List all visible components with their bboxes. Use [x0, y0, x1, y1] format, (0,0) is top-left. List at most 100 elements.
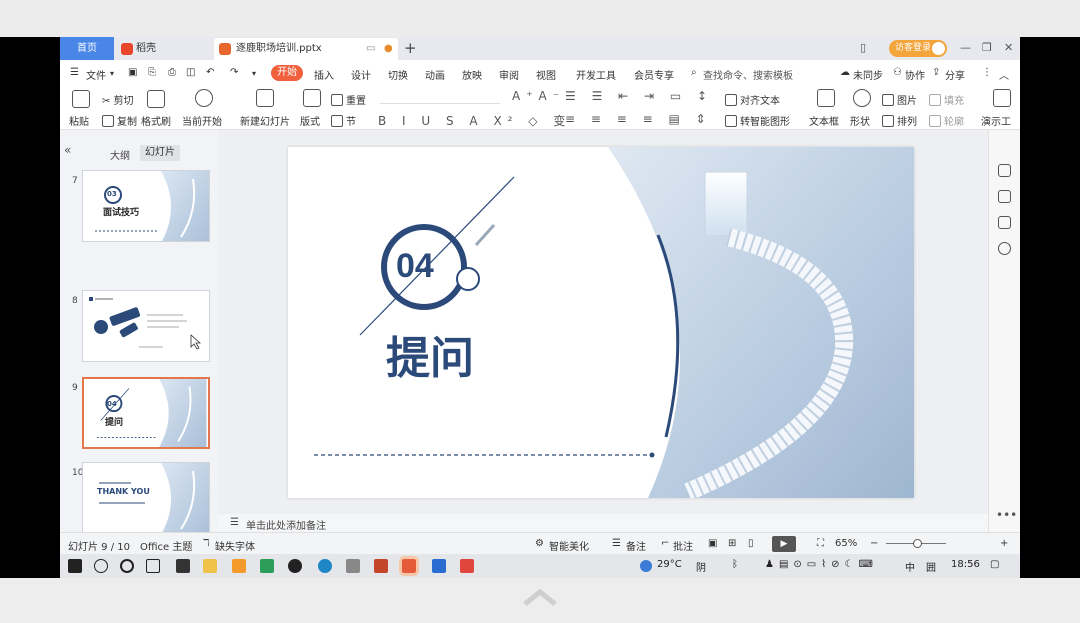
windows-start-icon[interactable]: [68, 559, 82, 573]
preview-icon[interactable]: ◫: [186, 67, 195, 78]
tab-document[interactable]: 逐鹿职场培训.pptx ▭ ●: [214, 38, 398, 60]
reset-button[interactable]: 重置: [331, 92, 366, 107]
font-name-select[interactable]: [380, 90, 500, 104]
slide-thumbnail-10[interactable]: THANK YOU: [82, 462, 210, 534]
fill-button[interactable]: 填充: [929, 92, 964, 107]
task-view-icon[interactable]: [146, 559, 160, 573]
slide-thumbnail-7[interactable]: 03 面试技巧: [82, 170, 210, 242]
current-slide[interactable]: 04 提问: [288, 147, 914, 498]
file-explorer-icon[interactable]: [203, 559, 217, 573]
restore-icon[interactable]: ❐: [982, 41, 992, 54]
menu-design[interactable]: 设计: [351, 67, 371, 82]
theme-name[interactable]: Office 主题: [140, 538, 192, 553]
shapes-icon[interactable]: [853, 89, 871, 107]
layout-button[interactable]: 版式: [300, 113, 320, 128]
new-tab-button[interactable]: +: [404, 39, 417, 57]
tray-icons[interactable]: ♟▤⊙▭⌇⊘☾⌨: [765, 559, 878, 570]
sync-status[interactable]: 未同步: [853, 67, 883, 82]
from-current-button[interactable]: 当前开始: [182, 113, 222, 128]
menu-view[interactable]: 视图: [536, 67, 556, 82]
ime-mode-icon[interactable]: 囲: [926, 559, 936, 574]
normal-view-icon[interactable]: ▣: [708, 538, 717, 549]
tab-home[interactable]: 首页: [60, 37, 114, 60]
menu-member[interactable]: 会员专享: [634, 67, 674, 82]
cortana-icon[interactable]: [120, 559, 134, 573]
notes-toggle-button[interactable]: 备注: [626, 538, 646, 553]
menu-home[interactable]: 开始: [271, 65, 303, 81]
list-controls[interactable]: ☰ ☰ ⇤ ⇥ ▭ ↕: [565, 89, 713, 103]
menu-insert[interactable]: 插入: [314, 67, 334, 82]
section-button[interactable]: 节: [331, 113, 356, 128]
text-format-row[interactable]: B I U S A X² ◇ 变: [378, 112, 571, 129]
comments-button[interactable]: 批注: [673, 538, 693, 553]
monitor-icon[interactable]: ▭: [366, 38, 375, 60]
smart-beautify-button[interactable]: 智能美化: [549, 538, 589, 553]
presentation-tools-icon[interactable]: [993, 89, 1011, 107]
slide-thumbnail-8[interactable]: [82, 290, 210, 362]
notes-placeholder[interactable]: 单击此处添加备注: [246, 517, 326, 532]
chevron-up-icon[interactable]: [521, 586, 559, 608]
tab-docer[interactable]: 稻壳: [116, 38, 211, 60]
share-button[interactable]: 分享: [945, 67, 965, 82]
sorter-view-icon[interactable]: ⊞: [728, 538, 736, 549]
format-painter-button[interactable]: 格式刷: [141, 113, 171, 128]
outline-button[interactable]: 轮廓: [929, 113, 964, 128]
menu-animations[interactable]: 动画: [425, 67, 445, 82]
paste-button[interactable]: 粘贴: [69, 113, 89, 128]
play-from-current-icon[interactable]: [195, 89, 213, 107]
bluetooth-icon[interactable]: ᛒ: [732, 559, 738, 570]
reading-view-icon[interactable]: ▯: [748, 538, 754, 549]
collab-button[interactable]: 协作: [905, 67, 925, 82]
play-slideshow-button[interactable]: ▶: [772, 536, 796, 552]
collapse-panel-icon[interactable]: «: [64, 143, 71, 157]
font-size-controls[interactable]: A⁺A⁻: [512, 89, 565, 103]
presentation-tools-button[interactable]: 演示工: [981, 113, 1011, 128]
more-icon[interactable]: ⋮: [982, 67, 992, 78]
app-orange-icon[interactable]: [232, 559, 246, 573]
shapes-button[interactable]: 形状: [850, 113, 870, 128]
search-icon[interactable]: ⌕: [691, 67, 697, 78]
app-color-icon[interactable]: [374, 559, 388, 573]
copy-icon[interactable]: [998, 216, 1011, 229]
picture-button[interactable]: 图片: [882, 92, 917, 107]
app-blue-icon[interactable]: [432, 559, 446, 573]
window-layout-icon[interactable]: ▯: [860, 41, 866, 54]
zoom-level[interactable]: 65%: [835, 538, 857, 549]
layout-icon[interactable]: [303, 89, 321, 107]
minimize-icon[interactable]: —: [960, 41, 971, 54]
wps-office-icon[interactable]: [460, 559, 474, 573]
ime-indicator[interactable]: 中: [905, 559, 915, 574]
collab-icon[interactable]: ⚇: [893, 67, 902, 78]
notes-bar[interactable]: ☰ 单击此处添加备注: [218, 514, 988, 532]
more-icon[interactable]: •••: [996, 508, 1017, 522]
section-number[interactable]: 04: [396, 247, 434, 286]
copy-button[interactable]: 复制: [102, 113, 137, 128]
textbox-button[interactable]: 文本框: [809, 113, 839, 128]
format-painter-icon[interactable]: [147, 90, 165, 108]
share-icon[interactable]: ⇪: [932, 67, 940, 78]
fit-window-icon[interactable]: ⛶: [817, 538, 824, 549]
export-icon[interactable]: ⎘: [148, 67, 156, 78]
print-icon[interactable]: ⎙: [168, 67, 176, 78]
app-gray-icon[interactable]: [346, 559, 360, 573]
redo-icon[interactable]: ↷: [230, 67, 238, 78]
menu-file[interactable]: 文件: [86, 67, 106, 82]
hamburger-icon[interactable]: ☰: [70, 67, 79, 78]
close-icon[interactable]: ✕: [1004, 41, 1013, 54]
cut-button[interactable]: ✂ 剪切: [102, 92, 134, 107]
clock[interactable]: 18:56: [951, 559, 980, 570]
pin-icon[interactable]: [998, 190, 1011, 203]
zoom-slider-thumb[interactable]: [913, 539, 922, 548]
textbox-icon[interactable]: [817, 89, 835, 107]
slide-title[interactable]: 提问: [386, 322, 474, 386]
app-green-icon[interactable]: [260, 559, 274, 573]
chevron-down-icon[interactable]: ▾: [110, 69, 114, 78]
menu-review[interactable]: 审阅: [499, 67, 519, 82]
paste-icon[interactable]: [72, 90, 90, 108]
guest-login-button[interactable]: 访客登录: [889, 40, 947, 57]
slide-thumbnail-9[interactable]: 04 提问: [82, 377, 210, 449]
arrange-button[interactable]: 排列: [882, 113, 917, 128]
command-search[interactable]: 查找命令、搜索模板: [703, 67, 793, 82]
edge-icon[interactable]: [318, 559, 332, 573]
collapse-ribbon-icon[interactable]: ︿: [999, 67, 1009, 82]
